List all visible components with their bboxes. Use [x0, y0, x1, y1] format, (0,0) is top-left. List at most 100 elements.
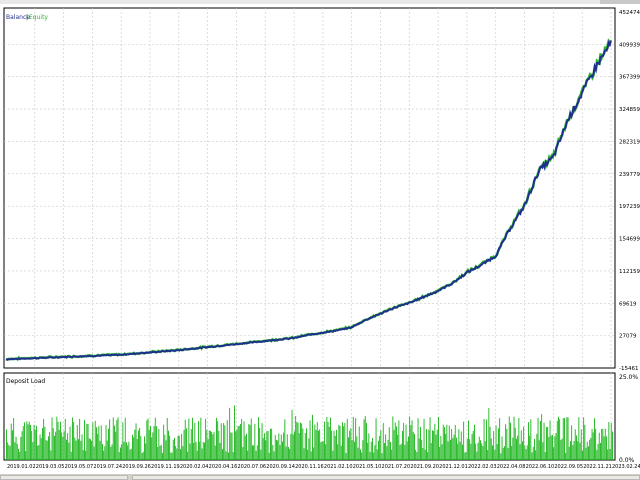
deposit-load-bar — [601, 429, 603, 460]
deposit-load-bar — [164, 434, 166, 460]
deposit-load-bar — [600, 442, 601, 460]
deposit-load-bar — [141, 453, 143, 460]
deposit-load-bar — [547, 426, 549, 460]
deposit-load-bar — [447, 441, 449, 460]
deposit-load-bar — [334, 435, 336, 460]
deposit-load-bar — [57, 421, 59, 460]
deposit-load-bar — [398, 420, 400, 460]
deposit-load-bar — [273, 451, 275, 460]
deposit-load-bar — [493, 431, 495, 460]
deposit-load-bar — [448, 425, 450, 460]
y-tick-label: 154699 — [619, 237, 640, 243]
deposit-load-bar — [462, 444, 463, 460]
x-tick-label: 2022.06.10 — [526, 464, 555, 470]
deposit-load-bar — [402, 431, 403, 460]
deposit-load-bar — [537, 417, 539, 460]
deposit-load-bar — [589, 439, 591, 460]
deposit-load-bar — [118, 452, 120, 460]
deposit-load-bar — [249, 424, 251, 460]
deposit-load-bar — [477, 442, 479, 460]
deposit-load-bar — [88, 438, 90, 460]
deposit-load-bar — [255, 450, 257, 460]
deposit-load-bar — [220, 423, 222, 460]
deposit-load-bar — [13, 418, 15, 460]
deposit-load-bar — [535, 450, 537, 460]
deposit-load-bar — [288, 447, 289, 460]
deposit-load-bar — [363, 419, 365, 460]
deposit-load-bar — [234, 405, 235, 460]
deposit-load-bar — [472, 430, 474, 460]
deposit-load-panel: Deposit Load 25.0% 0.0% — [3, 372, 638, 464]
deposit-load-bar — [301, 423, 303, 460]
deposit-load-bar — [495, 425, 497, 460]
deposit-load-bar — [75, 440, 77, 460]
deposit-load-bar — [608, 422, 610, 460]
deposit-load-bar — [97, 433, 99, 460]
deposit-load-bar — [381, 453, 383, 460]
y-tick-label: 69619 — [619, 301, 637, 307]
deposit-load-bar — [474, 424, 475, 460]
backtest-report-chart: 452474 409939 367399 324859 282319 239779 1972… — [3, 7, 640, 470]
bottom-tab-1[interactable] — [0, 475, 128, 480]
x-tick-label: 2019.09.26 — [122, 464, 151, 470]
deposit-load-bar — [38, 445, 40, 460]
deposit-load-bar — [223, 423, 225, 460]
deposit-load-bar — [170, 452, 172, 460]
deposit-load-bar — [526, 445, 528, 460]
deposit-load-bar — [566, 417, 568, 460]
deposit-load-bar — [442, 424, 444, 460]
x-tick-label: 2022.04.08 — [497, 464, 526, 470]
deposit-load-bar — [259, 427, 261, 460]
deposit-load-bar — [476, 451, 478, 460]
deposit-load-bar — [7, 442, 9, 460]
deposit-load-bar — [552, 434, 553, 460]
deposit-load-bar — [188, 418, 190, 460]
x-tick-label: 2019.01.02 — [7, 464, 36, 470]
deposit-load-bar — [565, 452, 567, 460]
deposit-load-bar — [528, 422, 529, 460]
deposit-load-bar — [98, 426, 100, 460]
deposit-load-bar — [270, 428, 271, 460]
deposit-load-bar — [436, 429, 438, 460]
main-y-axis: 452474 409939 367399 324859 282319 239779 1972… — [619, 10, 640, 372]
deposit-load-bar — [404, 444, 406, 460]
window-bottom-bar — [0, 474, 640, 480]
y-tick-label: 27079 — [619, 334, 637, 340]
deposit-load-bar — [30, 425, 31, 460]
deposit-load-bar — [530, 419, 532, 460]
deposit-load-bar — [438, 417, 439, 460]
deposit-load-bar — [322, 441, 324, 460]
deposit-load-bar — [328, 426, 330, 460]
deposit-load-bar — [199, 441, 201, 460]
deposit-load-bar — [490, 438, 492, 460]
deposit-load-bar — [302, 428, 304, 460]
deposit-load-bar — [445, 433, 447, 460]
deposit-load-bar — [166, 418, 168, 460]
deposit-load-bar — [433, 430, 435, 460]
deposit-load-bar — [116, 419, 118, 460]
deposit-load-bar — [136, 438, 138, 460]
bottom-tab-2[interactable] — [132, 475, 640, 480]
deposit-load-bar — [210, 430, 211, 460]
deposit-load-bar — [456, 437, 457, 460]
deposit-load-bar — [369, 451, 371, 460]
deposit-load-bar — [316, 422, 318, 460]
deposit-load-bar — [396, 426, 397, 460]
deposit-load-bar — [602, 428, 604, 460]
deposit-load-bar — [79, 419, 81, 460]
deposit-load-bar — [469, 439, 471, 460]
deposit-load-bar — [373, 452, 375, 460]
deposit-load-bar — [357, 447, 359, 460]
deposit-load-bar — [319, 429, 321, 460]
deposit-load-bar — [546, 427, 547, 460]
y-tick-label: 239779 — [619, 172, 640, 178]
deposit-load-bar — [158, 429, 160, 460]
deposit-load-bar — [134, 429, 136, 460]
deposit-load-bar — [266, 431, 268, 460]
load-y-tick-min: 0.0% — [619, 457, 635, 464]
deposit-load-bar — [326, 417, 328, 460]
deposit-load-bar — [283, 432, 285, 460]
deposit-load-bar — [344, 423, 346, 460]
deposit-load-bar — [553, 447, 555, 460]
deposit-load-bar — [229, 408, 231, 460]
